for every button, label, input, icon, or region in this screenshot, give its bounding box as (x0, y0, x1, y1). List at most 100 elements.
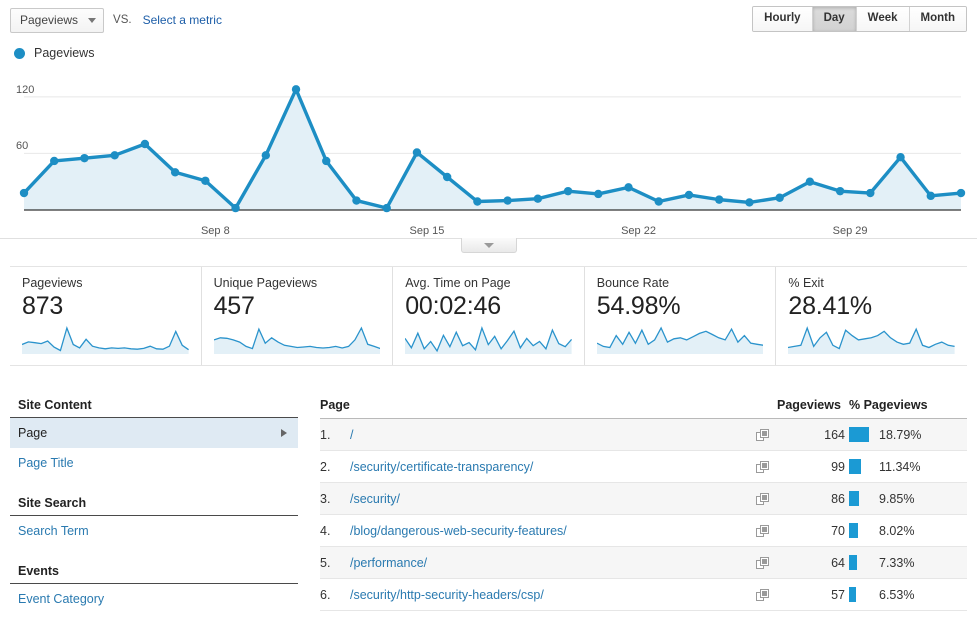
metric-card-label: % Exit (788, 276, 824, 290)
chart-data-point[interactable] (382, 203, 391, 213)
table-row[interactable]: 4./blog/dangerous-web-security-features/… (320, 514, 967, 547)
chart-data-point[interactable] (80, 153, 89, 163)
x-axis-tick-label: Sep 29 (832, 225, 868, 237)
chart-data-point[interactable] (50, 156, 59, 166)
column-header-pageviews[interactable]: Pageviews (777, 392, 849, 419)
metric-sparkline (213, 325, 381, 354)
chart-toolbar: Pageviews VS. Select a metric Hourly Day W… (0, 0, 977, 40)
table-row[interactable]: 1./ 164 18.79% (320, 418, 967, 451)
column-header-pct-pageviews[interactable]: % Pageviews (849, 392, 967, 419)
chart-data-point[interactable] (624, 183, 633, 192)
chart-data-point[interactable] (201, 176, 210, 185)
pct-bar (849, 491, 859, 506)
chart-data-point[interactable] (684, 190, 694, 200)
chart-data-point[interactable] (473, 197, 482, 206)
row-index: 2. (320, 450, 350, 483)
metric-sparkline (596, 325, 764, 354)
chart-data-point[interactable] (110, 151, 119, 160)
chart-data-point[interactable] (835, 186, 845, 196)
chart-data-point[interactable] (775, 193, 784, 202)
open-in-new-window-icon[interactable] (755, 460, 769, 474)
period-button-month[interactable]: Month (909, 7, 966, 31)
period-button-hourly[interactable]: Hourly (753, 7, 813, 31)
open-in-new-window-icon[interactable] (755, 524, 769, 538)
select-metric-link[interactable]: Select a metric (143, 13, 222, 27)
row-open-cell[interactable] (751, 418, 777, 451)
chart-data-point[interactable] (896, 153, 905, 162)
chart-data-point[interactable] (140, 139, 150, 149)
column-header-page[interactable]: Page (320, 392, 777, 419)
row-open-cell[interactable] (751, 578, 777, 611)
chart-data-point[interactable] (442, 172, 452, 182)
chart-data-point[interactable] (412, 148, 422, 157)
row-pageviews: 57 (777, 578, 849, 611)
chart-data-point[interactable] (322, 156, 331, 166)
chart-data-point[interactable] (956, 188, 966, 198)
chart-data-point[interactable] (805, 177, 815, 186)
open-in-new-window-icon[interactable] (755, 556, 769, 570)
page-path-link[interactable]: / (350, 428, 353, 442)
chart-area-fill (24, 89, 961, 210)
row-pageviews: 99 (777, 450, 849, 483)
page-path-link[interactable]: /security/ (350, 492, 400, 506)
metric-card-label: Bounce Rate (596, 276, 670, 290)
metric-card-value: 28.41% (788, 292, 872, 320)
chart-plot-area[interactable]: 120 60 (10, 64, 967, 224)
page-path-link[interactable]: /blog/dangerous-web-security-features/ (350, 524, 567, 538)
table-row[interactable]: 2./security/certificate-transparency/99 1… (320, 450, 967, 483)
chart-data-point[interactable] (533, 194, 543, 203)
chart-data-point[interactable] (926, 191, 935, 201)
chart-data-point[interactable] (261, 151, 271, 160)
sidebar-item-search-term[interactable]: Search Term (10, 516, 298, 546)
metric-card-label: Unique Pageviews (213, 276, 318, 290)
metric-sparkline (22, 325, 189, 354)
row-open-cell[interactable] (751, 514, 777, 547)
sidebar-item-page-title[interactable]: Page Title (10, 448, 298, 478)
y-axis-tick-top: 120 (16, 83, 35, 96)
page-path-link[interactable]: /security/certificate-transparency/ (350, 460, 533, 474)
chart-data-point[interactable] (231, 203, 240, 213)
chart-data-point[interactable] (291, 85, 301, 94)
pageviews-area-chart[interactable] (10, 64, 967, 224)
chart-data-point[interactable] (594, 189, 603, 199)
open-in-new-window-icon[interactable] (755, 492, 769, 506)
sidebar-item-label: Search Term (18, 524, 89, 538)
open-in-new-window-icon[interactable] (755, 588, 769, 602)
chart-data-point[interactable] (654, 197, 663, 206)
metric-card[interactable]: % Exit 28.41% (775, 267, 967, 365)
metric-card[interactable]: Unique Pageviews 457 (200, 267, 393, 365)
chart-data-point[interactable] (714, 195, 724, 204)
row-pct-cell: 18.79% (849, 418, 967, 451)
open-in-new-window-icon[interactable] (755, 428, 769, 442)
chart-data-point[interactable] (866, 188, 875, 198)
row-open-cell[interactable] (751, 450, 777, 483)
chart-data-point[interactable] (170, 168, 180, 177)
chart-data-point[interactable] (745, 198, 754, 207)
sidebar-item-event-category[interactable]: Event Category (10, 584, 298, 614)
metric-card[interactable]: Pageviews 873 (10, 267, 201, 365)
row-open-cell[interactable] (751, 546, 777, 579)
chart-data-point[interactable] (352, 196, 361, 205)
table-row[interactable]: 5./performance/64 7.33% (320, 546, 967, 579)
metric-card-value: 457 (213, 292, 255, 320)
sidebar-item-label: Page Title (18, 456, 74, 470)
row-page-cell: /security/http-security-headers/csp/ (350, 578, 751, 611)
collapse-chart-button[interactable] (460, 238, 517, 253)
chart-legend: Pageviews (10, 40, 967, 64)
table-row[interactable]: 3./security/86 9.85% (320, 482, 967, 515)
metric-card-value: 00:02:46 (405, 292, 501, 320)
chart-data-point[interactable] (503, 196, 512, 205)
page-path-link[interactable]: /security/http-security-headers/csp/ (350, 588, 544, 602)
chart-data-point[interactable] (563, 186, 573, 196)
metric-card[interactable]: Bounce Rate 54.98% (583, 267, 776, 365)
page-path-link[interactable]: /performance/ (350, 556, 427, 570)
chart-data-point[interactable] (19, 188, 29, 198)
row-open-cell[interactable] (751, 482, 777, 515)
table-row[interactable]: 6./security/http-security-headers/csp/57… (320, 578, 967, 611)
metric-card[interactable]: Avg. Time on Page 00:02:46 (392, 267, 584, 365)
period-button-day[interactable]: Day (812, 7, 857, 31)
sidebar-item-page[interactable]: Page (10, 418, 298, 448)
metric-selector[interactable]: Pageviews (10, 7, 105, 33)
period-button-week[interactable]: Week (856, 7, 910, 31)
